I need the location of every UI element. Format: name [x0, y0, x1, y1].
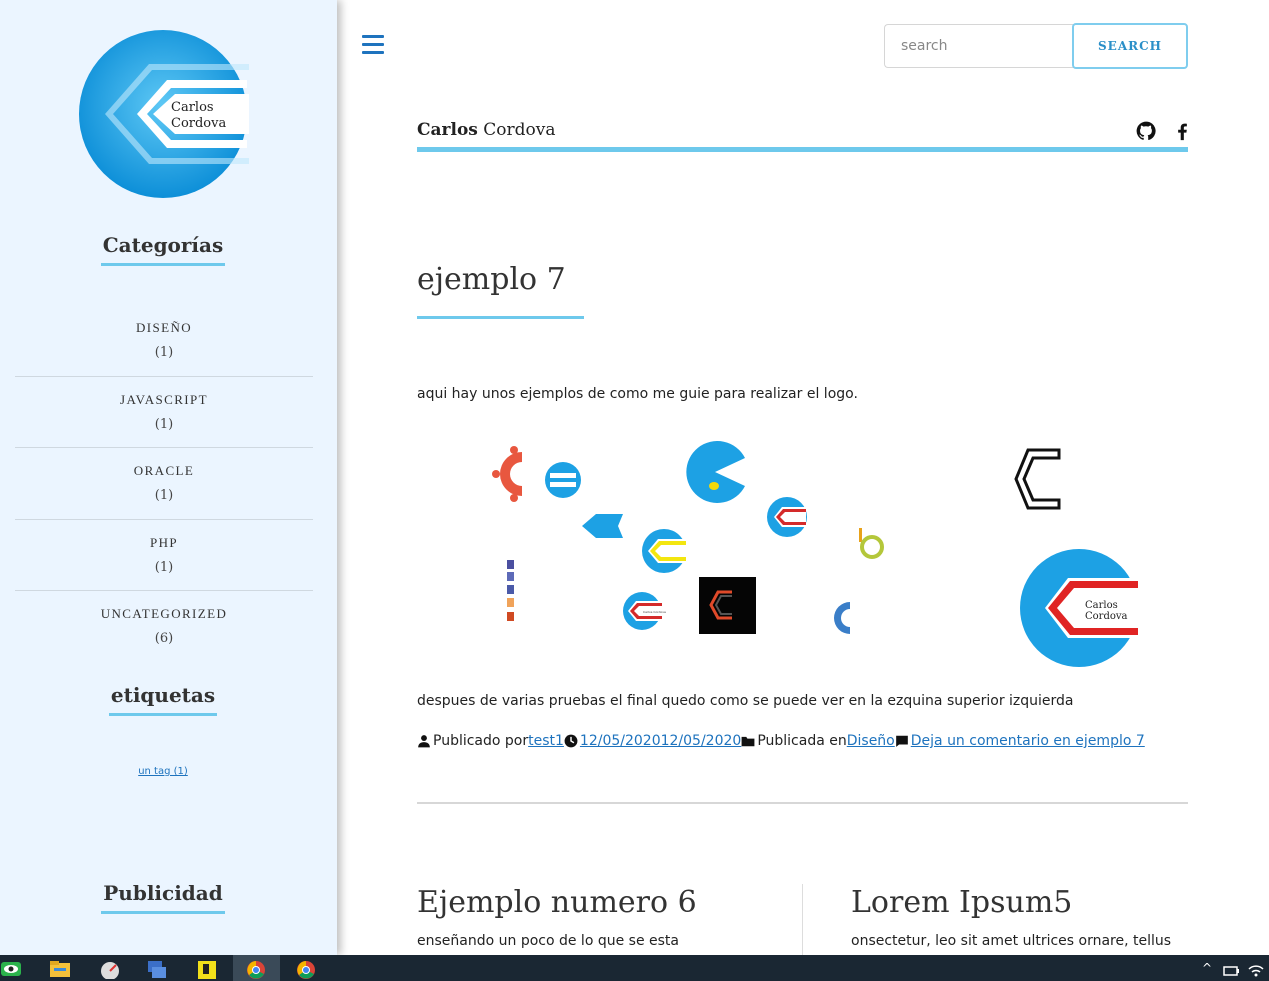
- category-link-oracle[interactable]: ORACLE: [15, 463, 313, 479]
- github-icon[interactable]: [1135, 120, 1157, 142]
- tags-heading: etiquetas: [0, 683, 326, 716]
- final-logo-text-line1: Carlos: [1085, 600, 1118, 611]
- category-count: (1): [154, 416, 174, 432]
- card-excerpt: enseñando un poco de lo que se esta: [417, 933, 679, 949]
- final-logo-icon: Carlos Cordova: [1020, 549, 1138, 667]
- chrome-icon[interactable]: [245, 959, 267, 979]
- folder-icon: [741, 736, 755, 747]
- network-app-icon[interactable]: [146, 959, 168, 979]
- user-icon: [418, 735, 430, 748]
- chevron-up-icon[interactable]: ^: [1202, 961, 1212, 975]
- category-link-diseno[interactable]: DISEÑO: [15, 320, 313, 336]
- post-intro: aqui hay unos ejemplos de como me guie p…: [417, 386, 858, 402]
- card-separator: [802, 884, 803, 955]
- chrome-icon[interactable]: [295, 959, 317, 979]
- battery-icon[interactable]: [1222, 959, 1240, 979]
- arrow-shape-icon: [582, 514, 623, 538]
- category-count: (1): [154, 345, 174, 360]
- color-squares-icon: [507, 560, 514, 621]
- post-title[interactable]: ejemplo 7: [417, 262, 566, 297]
- posted-by-label: Publicado por: [433, 733, 529, 749]
- card-title[interactable]: Lorem Ipsum5: [851, 885, 1072, 920]
- facebook-icon[interactable]: [1171, 120, 1193, 142]
- small-logo-text: Carlos Cordova: [643, 610, 666, 614]
- post-outro: despues de varias pruebas el final quedo…: [417, 693, 1074, 709]
- site-title[interactable]: Carlos Cordova: [417, 120, 556, 140]
- site-title-last: Cordova: [483, 120, 556, 140]
- clock-icon: [564, 734, 578, 748]
- final-logo-text-line2: Cordova: [1085, 611, 1128, 622]
- post-meta: Publicado por test1 12/05/202012/05/2020…: [417, 733, 1145, 749]
- categories-heading: Categorías: [0, 233, 326, 266]
- site-header-bar: Carlos Cordova: [417, 118, 1188, 152]
- comment-link[interactable]: Deja un comentario en ejemplo 7: [911, 733, 1145, 749]
- site-logo[interactable]: Carlos Cordova: [77, 28, 249, 200]
- taskbar: ^: [0, 955, 1269, 981]
- ubuntu-logo-icon: [492, 446, 522, 502]
- logo-text: Carlos Cordova: [171, 100, 226, 132]
- category-link-php[interactable]: PHP: [15, 535, 313, 551]
- comment-icon: [895, 735, 908, 747]
- outline-c-icon: [1014, 448, 1061, 510]
- hex-logo-small-icon: [767, 497, 807, 537]
- ads-heading: Publicidad: [0, 881, 326, 914]
- site-title-first: Carlos: [417, 120, 478, 140]
- category-link[interactable]: Diseño: [847, 733, 895, 749]
- colorful-b-icon: [859, 528, 884, 559]
- search-input[interactable]: [884, 24, 1074, 68]
- post-date-link[interactable]: 12/05/202012/05/2020: [580, 733, 741, 749]
- search-button[interactable]: SEARCH: [1072, 23, 1188, 69]
- pacman-icon: [686, 441, 745, 503]
- tag-link[interactable]: un tag (1): [138, 766, 188, 777]
- author-link[interactable]: test1: [528, 733, 564, 749]
- category-item: UNCATEGORIZED (6): [15, 591, 313, 663]
- category-item: JAVASCRIPT (1): [15, 377, 313, 449]
- card-excerpt: onsectetur, leo sit amet ultrices ornare…: [851, 933, 1172, 949]
- category-count: (1): [154, 559, 174, 575]
- category-item: PHP (1): [15, 520, 313, 592]
- wifi-icon[interactable]: [1247, 959, 1265, 979]
- hex-logo-yellow-icon: [642, 529, 686, 573]
- sticky-app-icon[interactable]: [196, 959, 218, 979]
- round-menu-icon: [545, 462, 581, 498]
- speedometer-app-icon[interactable]: [99, 959, 121, 979]
- category-count: (1): [154, 488, 174, 504]
- blue-c-icon: [834, 602, 850, 634]
- category-list: DISEÑO (1) JAVASCRIPT (1) ORACLE (1) PHP…: [15, 305, 313, 663]
- logo-text-line2: Cordova: [171, 116, 227, 131]
- category-item: ORACLE (1): [15, 448, 313, 520]
- published-in-label: Publicada en: [757, 733, 847, 749]
- logo-text-line1: Carlos: [171, 100, 214, 115]
- sidebar: Carlos Cordova Categorías DISEÑO (1) JAV…: [0, 0, 337, 955]
- category-item: DISEÑO (1): [15, 305, 313, 377]
- card-title[interactable]: Ejemplo numero 6: [417, 885, 697, 920]
- category-link-javascript[interactable]: JAVASCRIPT: [15, 392, 313, 408]
- tag-cloud: un tag (1): [0, 766, 326, 777]
- post-divider: [417, 802, 1188, 804]
- logo-examples-image: Carlos Cordova Carlos Cordova: [470, 430, 1170, 680]
- file-explorer-icon[interactable]: [49, 959, 71, 979]
- title-underline: [417, 316, 584, 319]
- category-link-uncategorized[interactable]: UNCATEGORIZED: [15, 606, 313, 622]
- hamburger-icon[interactable]: [362, 35, 384, 55]
- category-count: (6): [154, 631, 174, 647]
- eye-app-icon[interactable]: [0, 959, 22, 979]
- dark-logo-icon: [699, 577, 756, 634]
